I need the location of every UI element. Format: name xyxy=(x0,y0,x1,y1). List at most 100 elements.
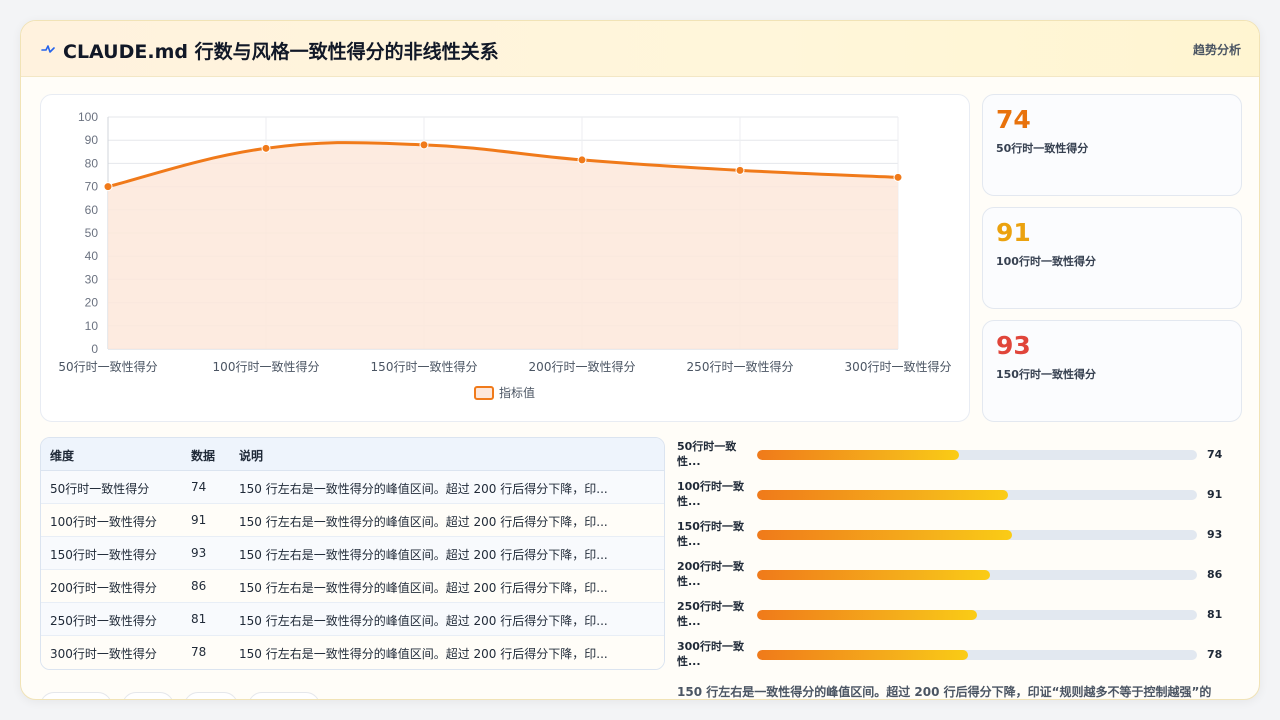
cell-value: 91 xyxy=(191,513,207,527)
line-chart-card: 0 10 20 30 40 50 60 70 80 90 100 50行时一致性得分 100行时一致性得… xyxy=(40,94,970,422)
bar-fill xyxy=(757,490,1008,500)
table-row: 100行时一致性得分 91 150 行左右是一致性得分的峰值区间。超过 200 … xyxy=(41,504,664,537)
y-tick-label: 0 xyxy=(91,342,98,356)
table-row: 250行时一致性得分 81 150 行左右是一致性得分的峰值区间。超过 200 … xyxy=(41,603,664,636)
legend-swatch xyxy=(474,386,494,400)
data-point xyxy=(103,182,113,192)
bar-row: 250行时一致性... 81 xyxy=(675,599,1235,633)
data-point xyxy=(735,165,745,175)
bar-label: 200行时一致性... xyxy=(677,560,744,588)
filter-pill[interactable] xyxy=(40,692,112,699)
cell-dimension: 200行时一致性得分 xyxy=(50,581,157,595)
x-tick-label: 150行时一致性得分 xyxy=(371,359,478,374)
table-header: 维度 数据 说明 xyxy=(41,438,664,471)
x-tick-label: 50行时一致性得分 xyxy=(58,359,157,374)
y-tick-label: 10 xyxy=(85,319,99,333)
stat-card-50: 74 50行时一致性得分 xyxy=(982,94,1242,196)
progress-bars-panel: 50行时一致性... 74 100行时一致性... 91 150行时一致性...… xyxy=(675,437,1235,677)
y-tick-label: 60 xyxy=(85,203,99,217)
cell-dimension: 150行时一致性得分 xyxy=(50,548,157,562)
filter-pill[interactable] xyxy=(184,692,238,699)
pulse-icon xyxy=(41,40,55,56)
bar-track xyxy=(757,490,1197,500)
column-header-description: 说明 xyxy=(239,449,264,463)
legend-label: 指标值 xyxy=(499,385,535,400)
dashboard-window: CLAUDE.md 行数与风格一致性得分的非线性关系 趋势分析 0 10 20 30 4… xyxy=(20,20,1260,700)
insight-note: 150 行左右是一致性得分的峰值区间。超过 200 行后得分下降，印证“规则越多… xyxy=(677,685,1212,699)
cell-description: 150 行左右是一致性得分的峰值区间。超过 200 行后得分下降，印... xyxy=(239,581,608,595)
data-table: 维度 数据 说明 50行时一致性得分 74 150 行左右是一致性得分的峰值区间… xyxy=(40,437,665,670)
data-point xyxy=(261,143,271,153)
trend-analysis-tab[interactable]: 趋势分析 xyxy=(1193,41,1241,58)
table-row: 200行时一致性得分 86 150 行左右是一致性得分的峰值区间。超过 200 … xyxy=(41,570,664,603)
x-tick-label: 300行时一致性得分 xyxy=(845,359,952,374)
cell-dimension: 250行时一致性得分 xyxy=(50,614,157,628)
page-title: CLAUDE.md 行数与风格一致性得分的非线性关系 xyxy=(63,41,499,63)
y-tick-label: 20 xyxy=(85,296,99,310)
bar-row: 150行时一致性... 93 xyxy=(675,519,1235,553)
bar-value: 78 xyxy=(1207,648,1223,661)
y-tick-label: 40 xyxy=(85,249,99,263)
cell-description: 150 行左右是一致性得分的峰值区间。超过 200 行后得分下降，印... xyxy=(239,515,608,529)
bar-track xyxy=(757,570,1197,580)
stat-card-150: 93 150行时一致性得分 xyxy=(982,320,1242,422)
x-tick-label: 250行时一致性得分 xyxy=(687,359,794,374)
y-tick-label: 80 xyxy=(85,156,99,170)
cell-value: 81 xyxy=(191,612,207,626)
bar-label: 250行时一致性... xyxy=(677,600,744,628)
data-point xyxy=(577,155,587,165)
bar-row: 100行时一致性... 91 xyxy=(675,479,1235,513)
cell-description: 150 行左右是一致性得分的峰值区间。超过 200 行后得分下降，印... xyxy=(239,614,608,628)
cell-dimension: 300行时一致性得分 xyxy=(50,647,157,661)
stat-card-100: 91 100行时一致性得分 xyxy=(982,207,1242,309)
y-tick-label: 100 xyxy=(78,110,98,124)
bar-value: 74 xyxy=(1207,448,1223,461)
table-row: 50行时一致性得分 74 150 行左右是一致性得分的峰值区间。超过 200 行… xyxy=(41,471,664,504)
bar-track xyxy=(757,650,1197,660)
x-tick-label: 200行时一致性得分 xyxy=(529,359,636,374)
data-point xyxy=(419,140,429,150)
bar-fill xyxy=(757,450,960,460)
y-tick-label: 90 xyxy=(85,133,99,147)
bar-fill xyxy=(757,650,969,660)
column-header-data: 数据 xyxy=(191,449,216,463)
cell-description: 150 行左右是一致性得分的峰值区间。超过 200 行后得分下降，印... xyxy=(239,482,608,496)
table-row: 150行时一致性得分 93 150 行左右是一致性得分的峰值区间。超过 200 … xyxy=(41,537,664,570)
cell-value: 74 xyxy=(191,480,207,494)
stat-label: 50行时一致性得分 xyxy=(996,142,1089,155)
bar-row: 300行时一致性... 78 xyxy=(675,639,1235,673)
bar-label: 150行时一致性... xyxy=(677,520,744,548)
cell-value: 86 xyxy=(191,579,207,593)
bar-value: 91 xyxy=(1207,488,1223,501)
stat-value: 74 xyxy=(996,105,1031,134)
table-row: 300行时一致性得分 78 150 行左右是一致性得分的峰值区间。超过 200 … xyxy=(41,636,664,669)
data-point xyxy=(893,172,903,182)
filter-pill[interactable] xyxy=(122,692,174,699)
bar-label: 50行时一致性... xyxy=(677,440,737,468)
cell-value: 78 xyxy=(191,645,207,659)
y-tick-label: 50 xyxy=(85,226,99,240)
bar-label: 100行时一致性... xyxy=(677,480,744,508)
cell-description: 150 行左右是一致性得分的峰值区间。超过 200 行后得分下降，印... xyxy=(239,548,608,562)
cell-value: 93 xyxy=(191,546,207,560)
stat-label: 150行时一致性得分 xyxy=(996,368,1096,381)
bar-track xyxy=(757,450,1197,460)
bar-fill xyxy=(757,570,991,580)
bar-value: 86 xyxy=(1207,568,1223,581)
column-header-dimension: 维度 xyxy=(50,449,75,463)
bar-row: 200行时一致性... 86 xyxy=(675,559,1235,593)
bar-track xyxy=(757,530,1197,540)
stat-value: 91 xyxy=(996,218,1031,247)
header-bar: CLAUDE.md 行数与风格一致性得分的非线性关系 趋势分析 xyxy=(21,21,1259,77)
y-tick-label: 70 xyxy=(85,180,99,194)
line-chart: 0 10 20 30 40 50 60 70 80 90 100 50行时一致性得分 100行时一致性得… xyxy=(58,110,952,400)
filter-pill[interactable] xyxy=(248,692,320,699)
stat-label: 100行时一致性得分 xyxy=(996,255,1096,268)
bar-fill xyxy=(757,610,977,620)
bar-value: 81 xyxy=(1207,608,1223,621)
bar-fill xyxy=(757,530,1013,540)
bar-track xyxy=(757,610,1197,620)
cell-dimension: 100行时一致性得分 xyxy=(50,515,157,529)
stat-value: 93 xyxy=(996,331,1031,360)
y-tick-label: 30 xyxy=(85,272,99,286)
